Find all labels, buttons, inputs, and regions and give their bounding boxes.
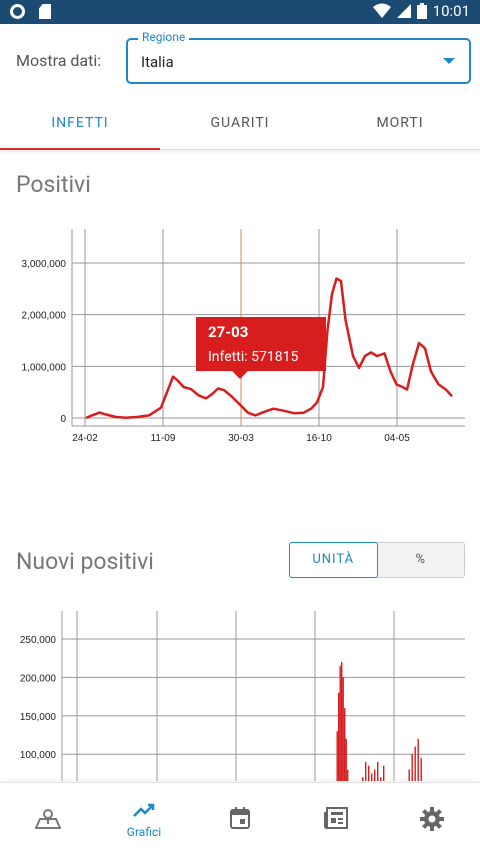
status-bar: 10:01 bbox=[0, 0, 480, 24]
bar bbox=[411, 754, 413, 781]
trending-up-icon bbox=[133, 803, 155, 817]
x-tick-label: 11-09 bbox=[151, 433, 176, 444]
tab-morti[interactable]: MORTI bbox=[320, 98, 480, 149]
status-time: 10:01 bbox=[432, 2, 470, 20]
chart-tooltip: 27-03 Infetti: 571815 bbox=[196, 317, 326, 379]
map-icon bbox=[35, 809, 61, 829]
y-tick-label: 0 bbox=[60, 414, 66, 425]
bar bbox=[362, 777, 364, 781]
nav-grafici-label: Grafici bbox=[126, 825, 162, 839]
region-value: Italia bbox=[141, 53, 174, 71]
bar bbox=[380, 777, 382, 781]
bar bbox=[344, 708, 346, 781]
status-right: 10:01 bbox=[372, 2, 470, 20]
toggle-percent-button[interactable]: % bbox=[377, 543, 464, 577]
bottom-navigation: Grafici bbox=[0, 782, 480, 854]
mostra-dati-label: Mostra dati: bbox=[16, 51, 102, 70]
tooltip-date: 27-03 bbox=[208, 323, 249, 341]
nav-map[interactable] bbox=[0, 783, 96, 854]
bar bbox=[374, 769, 376, 781]
nuovi-positivi-bar-chart[interactable]: 50,000100,000150,000200,000250,000 bbox=[0, 601, 480, 781]
bar bbox=[368, 765, 370, 781]
tooltip-value-line: Infetti: 571815 bbox=[208, 349, 314, 365]
bar bbox=[342, 677, 344, 781]
tab-bar: INFETTI GUARITI MORTI bbox=[0, 98, 480, 150]
bar bbox=[408, 769, 410, 781]
region-dropdown[interactable]: Regione Italia bbox=[126, 30, 471, 84]
nav-news[interactable] bbox=[288, 783, 384, 854]
status-left-icons bbox=[10, 4, 51, 19]
nav-grafici[interactable]: Grafici bbox=[96, 783, 192, 854]
region-selector-row: Mostra dati: Regione Italia bbox=[0, 24, 480, 98]
tab-infetti[interactable]: INFETTI bbox=[0, 98, 160, 150]
nav-settings[interactable] bbox=[384, 783, 480, 854]
wifi-icon bbox=[372, 3, 391, 18]
y-tick-label: 200,000 bbox=[20, 673, 57, 684]
tooltip-label: Infetti: bbox=[208, 349, 248, 365]
bar bbox=[377, 761, 379, 781]
tab-guariti[interactable]: GUARITI bbox=[160, 98, 320, 149]
bar bbox=[383, 765, 385, 781]
y-tick-label: 250,000 bbox=[20, 635, 57, 646]
y-tick-label: 100,000 bbox=[20, 750, 57, 761]
y-tick-label: 2,000,000 bbox=[22, 311, 67, 322]
unit-toggle: UNITÀ % bbox=[289, 542, 465, 578]
dropdown-caret-icon bbox=[443, 58, 455, 64]
x-tick-label: 30-03 bbox=[228, 433, 254, 444]
sd-card-icon bbox=[39, 4, 51, 19]
notification-icon bbox=[10, 4, 25, 19]
region-legend: Regione bbox=[138, 30, 190, 44]
battery-icon bbox=[416, 3, 427, 19]
bar bbox=[371, 773, 373, 781]
bar bbox=[341, 662, 343, 781]
bar bbox=[417, 738, 419, 781]
calendar-icon bbox=[230, 807, 250, 829]
x-tick-label: 16-10 bbox=[306, 433, 332, 444]
newspaper-icon bbox=[324, 807, 348, 829]
bar bbox=[347, 769, 349, 781]
bar bbox=[420, 758, 422, 781]
bar bbox=[338, 692, 340, 781]
bar bbox=[345, 738, 347, 781]
tooltip-value: 571815 bbox=[251, 349, 299, 365]
bar bbox=[414, 746, 416, 781]
nuovi-positivi-title: Nuovi positivi bbox=[16, 548, 154, 575]
y-tick-label: 150,000 bbox=[20, 712, 57, 723]
bar bbox=[339, 665, 341, 781]
y-tick-label: 3,000,000 bbox=[22, 259, 67, 270]
charts-content[interactable]: Positivi 0 1,000,000 2,000,000 3,000,000 24-… bbox=[0, 151, 480, 781]
x-tick-label: 04-05 bbox=[384, 433, 410, 444]
y-tick-label: 1,000,000 bbox=[22, 362, 67, 373]
toggle-unit-button[interactable]: UNITÀ bbox=[289, 542, 378, 578]
bar bbox=[365, 761, 367, 781]
bar bbox=[336, 731, 338, 781]
positivi-title: Positivi bbox=[16, 171, 91, 198]
gear-icon bbox=[420, 807, 444, 831]
signal-icon bbox=[396, 4, 411, 18]
nav-calendar[interactable] bbox=[192, 783, 288, 854]
x-tick-label: 24-02 bbox=[72, 433, 98, 444]
